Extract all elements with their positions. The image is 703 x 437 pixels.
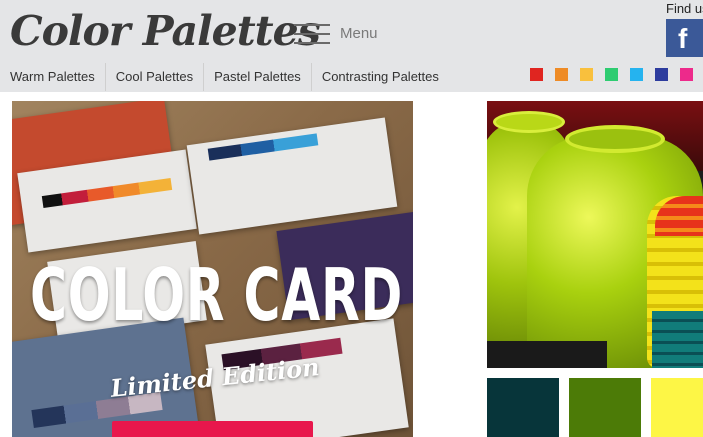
color-card-feature-image[interactable]: COLOR CARD Limited Edition: [12, 101, 413, 437]
menu-button[interactable]: Menu: [294, 20, 390, 48]
facebook-icon[interactable]: f: [666, 19, 703, 57]
swatch-light-blue[interactable]: [630, 68, 643, 81]
nav-cool-palettes[interactable]: Cool Palettes: [106, 63, 205, 91]
menu-label: Menu: [340, 25, 378, 42]
swatch-pink[interactable]: [680, 68, 693, 81]
site-header: Color Palettes Menu Find us f Warm Palet…: [0, 0, 703, 92]
card-title: COLOR CARD: [30, 253, 403, 337]
swatch-yellow[interactable]: [580, 68, 593, 81]
nav-contrasting-palettes[interactable]: Contrasting Palettes: [312, 63, 449, 91]
swatch-orange[interactable]: [555, 68, 568, 81]
color-filter-swatches: [530, 68, 693, 81]
swatch-red[interactable]: [530, 68, 543, 81]
swatch-dark-blue[interactable]: [655, 68, 668, 81]
palette-color-2[interactable]: [569, 378, 641, 437]
site-logo[interactable]: Color Palettes: [10, 2, 321, 60]
nav-pastel-palettes[interactable]: Pastel Palettes: [204, 63, 312, 91]
find-us-label: Find us: [666, 1, 703, 16]
palette-color-3[interactable]: [651, 378, 703, 437]
category-nav: Warm Palettes Cool Palettes Pastel Palet…: [0, 63, 449, 91]
nav-warm-palettes[interactable]: Warm Palettes: [0, 63, 106, 91]
card-cta-button[interactable]: [112, 421, 313, 437]
vases-feature-image[interactable]: [487, 101, 703, 368]
hamburger-icon: [294, 22, 330, 46]
swatch-green[interactable]: [605, 68, 618, 81]
palette-color-1[interactable]: [487, 378, 559, 437]
